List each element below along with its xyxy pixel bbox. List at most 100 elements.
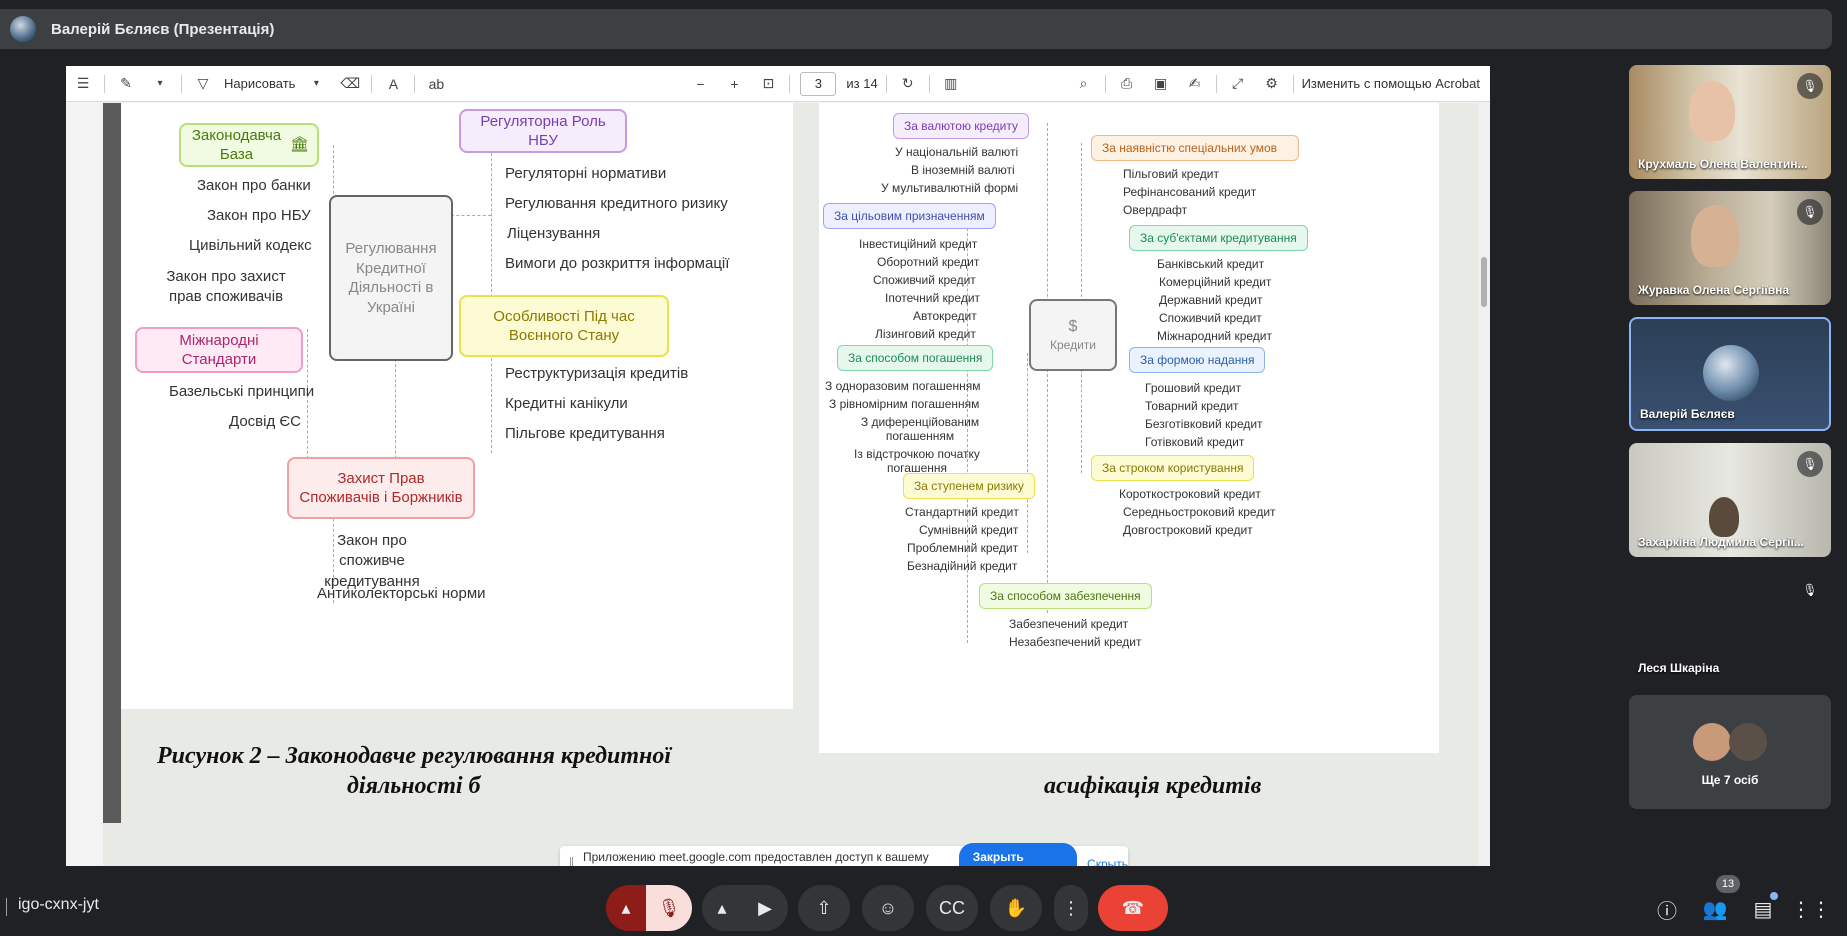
save-icon[interactable]: ▣ — [1150, 73, 1172, 95]
leaf-item: Автокредит — [913, 309, 977, 323]
draw-button[interactable]: Нарисовать — [224, 76, 295, 91]
participant-name: Захаркіна Людмила Сергії... — [1638, 535, 1804, 549]
search-icon[interactable]: ⌕ — [1073, 73, 1095, 95]
activities-button[interactable]: ⋮⋮ — [1791, 892, 1831, 926]
node-title: За ступенем ризику — [914, 479, 1024, 493]
leaf-item: З одноразовим погашенням — [825, 379, 981, 393]
participant-tile-active[interactable]: Валерій Бєляєв — [1629, 317, 1831, 431]
category-risk: За ступенем ризику — [903, 473, 1035, 499]
participant-video — [1689, 81, 1735, 141]
participant-name: Журавка Олена Сергіївна — [1638, 283, 1790, 297]
mic-off-icon: 🎙 — [1797, 73, 1823, 99]
credits-center-node: $ Кредити — [1029, 299, 1117, 371]
expand-icon[interactable]: ⤢ — [1227, 73, 1249, 95]
mindmap-node-international: Міжнародні Стандарти — [135, 327, 303, 373]
mindmap-node-wartime: Особливості Під час Воєнного Стану — [459, 295, 669, 357]
emoji-icon: ☺ — [878, 897, 898, 918]
reactions-button[interactable]: ☺ — [862, 885, 914, 931]
participant-tile[interactable]: 🎙 Журавка Олена Сергіївна — [1629, 191, 1831, 305]
gear-icon[interactable]: ⚙ — [1261, 73, 1283, 95]
leave-call-button[interactable]: ☎ — [1098, 885, 1168, 931]
connector — [1027, 353, 1028, 553]
node-title: За способом забезпечення — [990, 589, 1141, 603]
more-participants-tile[interactable]: Ще 7 осіб — [1629, 695, 1831, 809]
zoom-out-icon[interactable]: − — [689, 73, 711, 95]
participant-tile[interactable]: 🎙 Леся Шкаріна — [1629, 569, 1831, 683]
leaf-item: Закон про НБУ — [207, 207, 311, 224]
leaf-item: Кредитні канікули — [505, 395, 628, 412]
leaf-item: Споживчий кредит — [1159, 311, 1262, 325]
camera-icon: ▶ — [758, 897, 772, 918]
present-icon: ⇧ — [816, 897, 832, 918]
divider — [181, 74, 182, 93]
video-options-button[interactable]: ▴ — [702, 885, 742, 931]
more-options-button[interactable]: ⋮ — [1054, 885, 1088, 931]
leaf-item: Сумнівний кредит — [919, 523, 1019, 537]
mindmap-regulation: Законодавча База 🏛 Закон про банки Закон… — [121, 103, 793, 709]
scrollbar-thumb[interactable] — [1481, 257, 1487, 307]
edit-with-acrobat-button[interactable]: Изменить с помощью Acrobat — [1302, 76, 1480, 91]
leaf-item: Вимоги до розкриття інформації — [505, 255, 730, 272]
participant-video — [1691, 205, 1739, 267]
present-button[interactable]: ⇧ — [798, 885, 850, 931]
mic-toggle-button[interactable]: 🎙 — [646, 885, 692, 931]
node-title: За наявністю спеціальних умов — [1102, 141, 1278, 155]
print-icon[interactable]: ⎙ — [1116, 73, 1138, 95]
leaf-item: Реструктуризація кредитів — [505, 365, 689, 382]
leaf-item: Досвід ЄС — [229, 413, 302, 430]
bank-icon: 🏛 — [289, 136, 309, 154]
hide-link[interactable]: Скрыть — [1087, 857, 1128, 866]
scrollbar[interactable] — [1478, 102, 1490, 866]
drag-handle[interactable] — [570, 857, 573, 866]
camera-toggle-button[interactable]: ▶ — [742, 885, 788, 931]
chevron-down-icon[interactable]: ▾ — [149, 73, 171, 95]
meeting-info-button[interactable]: ⓘ — [1650, 892, 1684, 926]
leaf-item: Комерційний кредит — [1159, 275, 1272, 289]
mic-off-icon: 🎙 — [1797, 451, 1823, 477]
presenter-avatar — [10, 16, 36, 42]
raise-hand-button[interactable]: ✋ — [990, 885, 1042, 931]
rotate-icon[interactable]: ↻ — [897, 73, 919, 95]
leaf-item: Закон про захист прав споживачів — [166, 268, 286, 306]
divider — [104, 74, 105, 93]
node-title: Законодавча База — [191, 126, 282, 164]
page-view-icon[interactable]: ▥ — [940, 73, 962, 95]
captions-button[interactable]: CC — [926, 885, 978, 931]
outline-icon[interactable]: ☰ — [72, 73, 94, 95]
leaf-item: Товарний кредит — [1145, 399, 1239, 413]
participant-video — [1709, 497, 1739, 537]
participant-count-badge: 13 — [1716, 875, 1740, 893]
text-size-icon[interactable]: A — [382, 73, 404, 95]
leaf-item: Довгостроковий кредит — [1123, 523, 1253, 537]
draw-icon[interactable]: ▽ — [192, 73, 214, 95]
leaf-item: Закон про банки — [197, 177, 311, 194]
leaf-item: Міжнародний кредит — [1157, 329, 1272, 343]
divider — [1215, 74, 1217, 93]
participant-tile[interactable]: 🎙 Захаркіна Людмила Сергії... — [1629, 443, 1831, 557]
notification-dot — [1770, 892, 1778, 900]
participant-tile[interactable]: 🎙 Крухмаль Олена Валентин... — [1629, 65, 1831, 179]
node-title: Захист Прав Споживачів і Боржників — [299, 469, 463, 507]
chevron-down-icon[interactable]: ▾ — [305, 73, 327, 95]
category-currency: За валютою кредиту — [893, 113, 1029, 139]
hang-up-icon: ☎ — [1121, 897, 1145, 918]
center-title: Регулювання Кредитної Діяльності в Украї… — [345, 240, 437, 316]
leaf-item: Безнадійний кредит — [907, 559, 1018, 573]
divider — [885, 74, 887, 93]
zoom-in-icon[interactable]: + — [723, 73, 745, 95]
fit-page-icon[interactable]: ⊡ — [757, 73, 779, 95]
category-collateral: За способом забезпечення — [979, 583, 1152, 609]
eraser-icon[interactable]: ⌫ — [339, 73, 361, 95]
people-button[interactable]: 👥 — [1698, 892, 1732, 926]
info-icon: ⓘ — [1657, 900, 1677, 923]
participant-name: Крухмаль Олена Валентин... — [1638, 157, 1808, 171]
sign-icon[interactable]: ✍ — [1184, 73, 1206, 95]
translate-icon[interactable]: ab — [425, 73, 447, 95]
audio-options-button[interactable]: ▴ — [606, 885, 646, 931]
page-number-input[interactable]: 3 — [800, 71, 837, 96]
highlighter-icon[interactable]: ✎ — [115, 73, 137, 95]
leaf-item: З рівномірним погашенням — [829, 397, 980, 411]
leaf-item: Закон про споживче кредитування — [324, 532, 420, 590]
presentation-header: Валерій Бєляєв (Презентація) — [0, 0, 1847, 58]
stop-sharing-button[interactable]: Закрыть доступ — [958, 843, 1078, 866]
